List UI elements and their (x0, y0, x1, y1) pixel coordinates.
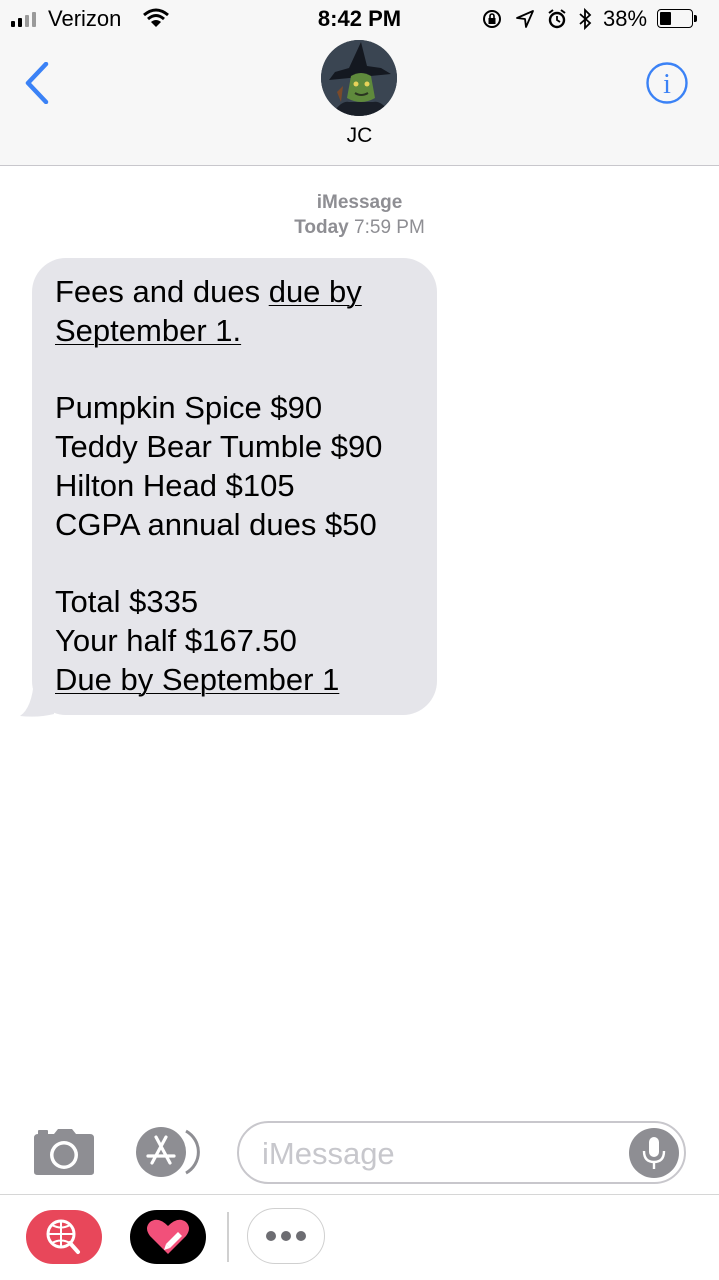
search-images-app-button[interactable] (26, 1210, 102, 1264)
bluetooth-icon (579, 7, 592, 31)
message-line: Due by September 1 (55, 661, 435, 700)
message-line: Fees and dues due by (55, 274, 362, 309)
message-line: Total $335 (55, 584, 199, 620)
digital-touch-app-button[interactable] (130, 1210, 206, 1264)
message-line (55, 545, 435, 584)
more-apps-button[interactable] (247, 1208, 325, 1264)
drawer-divider (227, 1212, 229, 1262)
battery-percent: 38% (603, 6, 648, 31)
globe-search-icon (46, 1219, 80, 1254)
location-icon (516, 10, 534, 28)
heart-icon (147, 1219, 189, 1254)
app-drawer (0, 1194, 719, 1280)
message-line: September 1. (55, 312, 435, 351)
message-line: Your half $167.50 (55, 623, 297, 659)
message-input-placeholder: iMessage (262, 1136, 395, 1171)
message-line: Hilton Head $105 (55, 467, 295, 503)
battery-icon (657, 9, 697, 28)
date-link[interactable]: September 1. (55, 313, 241, 348)
date-link[interactable]: due by (269, 274, 362, 309)
message-timestamp: Today 7:59 PM (0, 217, 719, 239)
app-store-button[interactable] (134, 1125, 204, 1179)
date-link[interactable]: Due by September 1 (55, 662, 339, 697)
message-line: CGPA annual dues $50 (55, 506, 377, 542)
back-button[interactable] (22, 62, 52, 104)
contact-name[interactable]: JC (0, 124, 719, 148)
message-text: Fees and dues due by September 1. Pumpki… (55, 273, 435, 700)
orientation-lock-icon (483, 10, 501, 28)
info-button[interactable]: i (645, 61, 689, 105)
status-bar: Verizon 8:42 PM 38% (0, 0, 719, 40)
camera-button[interactable] (32, 1128, 96, 1176)
alarm-icon (548, 9, 566, 29)
contact-avatar[interactable] (321, 40, 397, 116)
message-line: Pumpkin Spice $90 (55, 390, 323, 426)
timestamp-time: 7:59 PM (354, 217, 425, 238)
message-line: Teddy Bear Tumble $90 (55, 429, 383, 465)
message-line (55, 351, 435, 390)
ellipsis-icon (266, 1231, 306, 1241)
witch-avatar-image (321, 40, 397, 116)
timestamp-day: Today (294, 217, 349, 238)
svg-text:i: i (663, 69, 671, 100)
service-label: iMessage (316, 192, 403, 213)
microphone-button[interactable] (629, 1128, 679, 1178)
microphone-icon (642, 1137, 666, 1169)
